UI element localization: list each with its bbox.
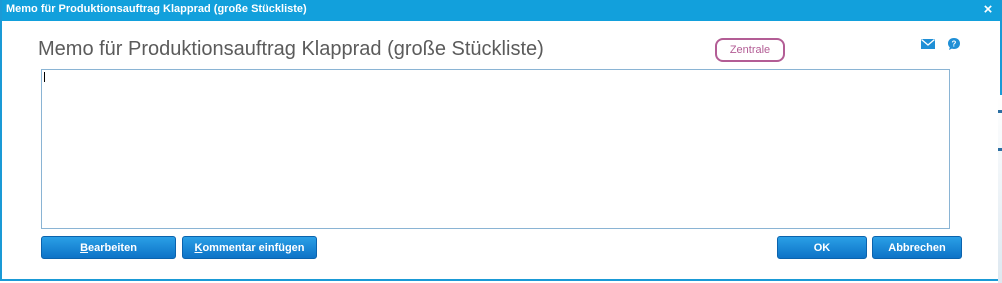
insert-comment-button-label: ommentar einfügen: [202, 242, 305, 254]
edit-button-label: earbeiten: [88, 242, 137, 254]
edit-button-mnemonic: B: [80, 242, 89, 254]
background-edge: [998, 95, 1002, 283]
title-bar[interactable]: Memo für Produktionsauftrag Klapprad (gr…: [2, 0, 1000, 21]
cancel-button[interactable]: Abbrechen: [872, 236, 962, 259]
memo-dialog: Memo für Produktionsauftrag Klapprad (gr…: [0, 0, 1002, 281]
close-icon[interactable]: ×: [980, 1, 996, 19]
edit-button[interactable]: Bearbeiten: [41, 236, 176, 259]
help-icon[interactable]: ?: [947, 37, 963, 51]
mail-icon[interactable]: [921, 37, 937, 51]
ok-button[interactable]: OK: [777, 236, 867, 259]
location-badge: Zentrale: [715, 38, 785, 62]
memo-textarea[interactable]: [41, 69, 950, 229]
insert-comment-button[interactable]: Kommentar einfügen: [182, 236, 317, 259]
svg-text:?: ?: [952, 39, 957, 48]
background-marker: [998, 110, 1002, 113]
window-title: Memo für Produktionsauftrag Klapprad (gr…: [6, 3, 307, 15]
background-marker: [998, 148, 1002, 151]
page-title: Memo für Produktionsauftrag Klapprad (gr…: [38, 38, 544, 60]
